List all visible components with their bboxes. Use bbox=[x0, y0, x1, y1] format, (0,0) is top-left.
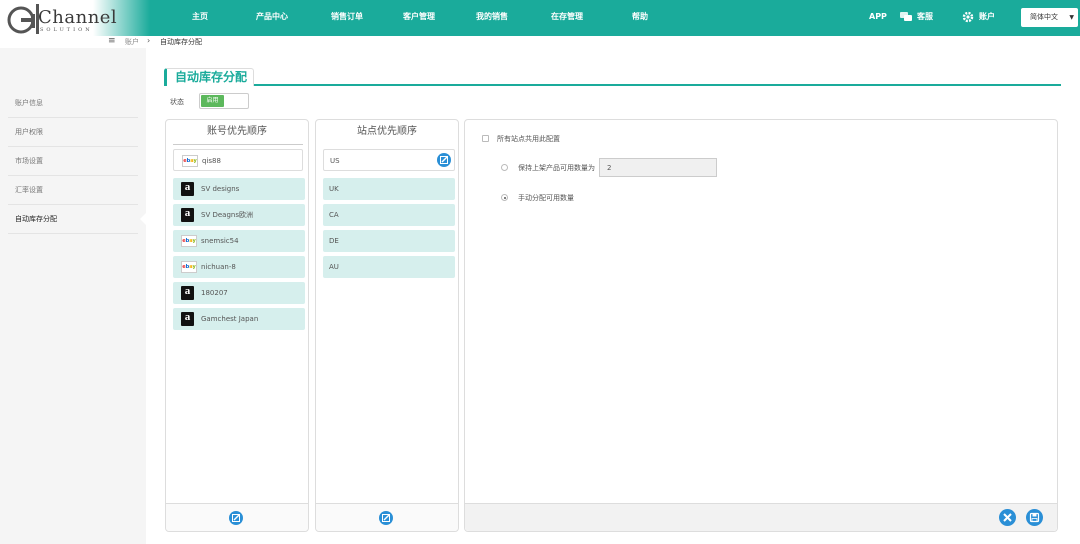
sidebar-item-market-settings[interactable]: 市场设置 bbox=[8, 147, 138, 176]
nav-home[interactable]: 主页 bbox=[192, 0, 208, 36]
divider bbox=[173, 144, 303, 145]
save-button[interactable] bbox=[1026, 509, 1043, 526]
nav-customer-management[interactable]: 客户管理 bbox=[403, 0, 435, 36]
site-name: AU bbox=[329, 263, 339, 271]
save-icon bbox=[1029, 512, 1040, 523]
breadcrumb-current: 自动库存分配 bbox=[160, 38, 202, 46]
account-row[interactable]: a Gamchest Japan bbox=[173, 308, 305, 330]
account-name: 180207 bbox=[201, 289, 228, 297]
account-row[interactable]: ebay nichuan-8 bbox=[173, 256, 305, 278]
account-name: nichuan-8 bbox=[201, 263, 236, 271]
keep-quantity-label: 保持上架产品可用数量为 bbox=[518, 164, 595, 172]
language-select[interactable]: 简体中文 ▼ bbox=[1021, 8, 1078, 27]
accounts-panel-title: 账号优先顺序 bbox=[207, 126, 267, 137]
amazon-icon: a bbox=[181, 182, 194, 196]
edit-sites-button[interactable] bbox=[379, 511, 393, 525]
account-row[interactable]: ebay qis88 bbox=[173, 149, 303, 171]
edit-site-button[interactable] bbox=[437, 153, 451, 167]
main-content: 自动库存分配 状态 启用 账号优先顺序 ebay qis88 a SV desi… bbox=[146, 48, 1080, 544]
edit-accounts-button[interactable] bbox=[229, 511, 243, 525]
amazon-icon: a bbox=[181, 312, 194, 326]
sidebar-item-account-info[interactable]: 账户信息 bbox=[8, 89, 138, 118]
keep-quantity-input[interactable] bbox=[599, 158, 717, 177]
sidebar: 账户信息 用户权限 市场设置 汇率设置 自动库存分配 bbox=[0, 48, 146, 544]
account-name: Gamchest Japan bbox=[201, 315, 259, 323]
chevron-down-icon: ▼ bbox=[1069, 14, 1074, 21]
all-sites-label: 所有站点共用此配置 bbox=[497, 135, 560, 143]
amazon-icon: a bbox=[181, 208, 194, 222]
nav-product-center[interactable]: 产品中心 bbox=[256, 0, 288, 36]
logo-text: Channel bbox=[38, 7, 118, 28]
site-name: UK bbox=[329, 185, 339, 193]
account-name: qis88 bbox=[202, 157, 221, 165]
logo[interactable]: Channel SOLUTION bbox=[0, 0, 150, 36]
all-sites-checkbox[interactable] bbox=[482, 135, 489, 142]
edit-icon bbox=[440, 156, 448, 164]
nav-sales-orders[interactable]: 销售订单 bbox=[331, 0, 363, 36]
site-row[interactable]: US bbox=[323, 149, 455, 171]
site-row[interactable]: AU bbox=[323, 256, 455, 278]
sites-priority-panel: 站点优先顺序 US UK CA DE AU bbox=[315, 119, 459, 532]
manual-allocation-radio[interactable] bbox=[501, 194, 508, 201]
language-value: 简体中文 bbox=[1030, 13, 1058, 21]
status-toggle-on: 启用 bbox=[201, 95, 224, 107]
ebay-icon: ebay bbox=[181, 261, 197, 273]
manual-allocation-label: 手动分配可用数量 bbox=[518, 194, 574, 202]
account-name: snemsic54 bbox=[201, 237, 239, 245]
top-navigation-bar: Channel SOLUTION 主页 产品中心 销售订单 客户管理 我的销售 … bbox=[0, 0, 1080, 36]
customer-service-link[interactable]: 客服 bbox=[900, 0, 940, 36]
account-row[interactable]: a SV Deagns欧洲 bbox=[173, 204, 305, 226]
accounts-priority-panel: 账号优先顺序 ebay qis88 a SV designs a SV Deag… bbox=[165, 119, 309, 532]
account-row[interactable]: a SV designs bbox=[173, 178, 305, 200]
settings-panel: 所有站点共用此配置 保持上架产品可用数量为 手动分配可用数量 bbox=[464, 119, 1058, 532]
site-name: US bbox=[330, 157, 340, 165]
site-row[interactable]: DE bbox=[323, 230, 455, 252]
site-name: CA bbox=[329, 211, 339, 219]
site-row[interactable]: CA bbox=[323, 204, 455, 226]
sidebar-item-auto-inventory[interactable]: 自动库存分配 bbox=[8, 205, 138, 234]
edit-icon bbox=[232, 514, 240, 522]
site-row[interactable]: UK bbox=[323, 178, 455, 200]
account-row[interactable]: a 180207 bbox=[173, 282, 305, 304]
site-name: DE bbox=[329, 237, 339, 245]
settings-panel-footer bbox=[465, 503, 1057, 531]
sidebar-item-user-permissions[interactable]: 用户权限 bbox=[8, 118, 138, 147]
account-name: SV designs bbox=[201, 185, 240, 193]
account-link[interactable]: 账户 bbox=[962, 0, 1002, 36]
status-toggle[interactable]: 启用 bbox=[199, 93, 249, 109]
sites-panel-title: 站点优先顺序 bbox=[357, 126, 417, 137]
breadcrumb-root[interactable]: 账户 bbox=[125, 37, 139, 47]
account-name: SV Deagns欧洲 bbox=[201, 211, 253, 219]
nav-help[interactable]: 帮助 bbox=[632, 0, 648, 36]
edit-icon bbox=[382, 514, 390, 522]
keep-quantity-radio[interactable] bbox=[501, 164, 508, 171]
menu-icon[interactable]: ≡ bbox=[108, 36, 116, 46]
nav-inventory-management[interactable]: 在存管理 bbox=[551, 0, 583, 36]
amazon-icon: a bbox=[181, 286, 194, 300]
chat-icon bbox=[900, 12, 912, 21]
accounts-panel-footer bbox=[166, 503, 308, 531]
close-button[interactable] bbox=[999, 509, 1016, 526]
account-label: 账户 bbox=[979, 12, 995, 21]
breadcrumb: ≡ 账户 › 自动库存分配 bbox=[0, 36, 1080, 48]
customer-service-label: 客服 bbox=[917, 12, 933, 21]
ebay-icon: ebay bbox=[181, 235, 197, 247]
account-row[interactable]: ebay snemsic54 bbox=[173, 230, 305, 252]
nav-my-sales[interactable]: 我的销售 bbox=[476, 0, 508, 36]
gear-icon bbox=[962, 11, 974, 23]
app-link[interactable]: APP bbox=[869, 0, 887, 36]
sites-panel-footer bbox=[316, 503, 458, 531]
page-title-bar: 自动库存分配 bbox=[164, 68, 1061, 86]
logo-subtext: SOLUTION bbox=[40, 27, 93, 33]
page-title: 自动库存分配 bbox=[164, 68, 255, 86]
close-icon bbox=[1003, 513, 1012, 522]
logo-g-icon bbox=[7, 4, 39, 34]
status-label: 状态 bbox=[170, 98, 184, 106]
sidebar-item-exchange-rate[interactable]: 汇率设置 bbox=[8, 176, 138, 205]
breadcrumb-separator-icon: › bbox=[147, 36, 151, 45]
ebay-icon: ebay bbox=[182, 155, 198, 167]
